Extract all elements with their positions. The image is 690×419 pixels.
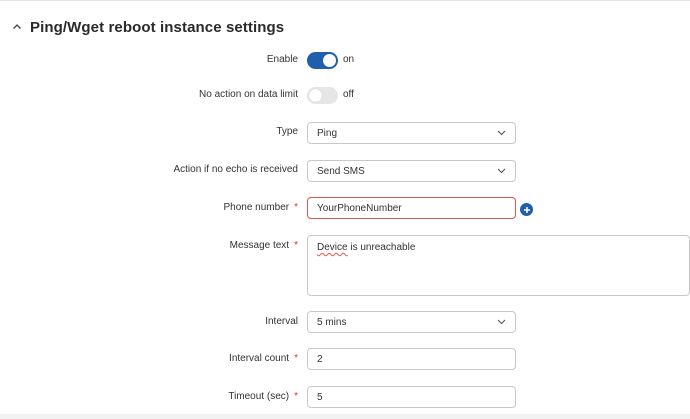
interval-count-label: Interval count * xyxy=(229,353,298,364)
interval-count-value: 2 xyxy=(317,353,323,365)
section-header[interactable]: Ping/Wget reboot instance settings xyxy=(10,16,284,38)
timeout-input[interactable]: 5 xyxy=(307,386,516,408)
bottom-divider xyxy=(0,414,690,419)
message-value-word: Device xyxy=(317,242,348,253)
message-label: Message text * xyxy=(230,240,298,251)
phone-row: Phone number * YourPhoneNumber xyxy=(0,197,690,219)
action-row: Action if no echo is received Send SMS xyxy=(0,160,690,182)
action-select[interactable]: Send SMS xyxy=(307,160,516,182)
interval-label: Interval xyxy=(265,316,298,327)
enable-toggle[interactable] xyxy=(307,52,338,69)
phone-label: Phone number * xyxy=(223,202,298,213)
type-select[interactable]: Ping xyxy=(307,122,516,144)
chevron-up-icon[interactable] xyxy=(10,20,24,34)
type-row: Type Ping xyxy=(0,122,690,144)
no-action-state-text: off xyxy=(343,89,354,100)
section-title: Ping/Wget reboot instance settings xyxy=(30,18,285,36)
interval-select[interactable]: 5 mins xyxy=(307,311,516,333)
chevron-down-icon xyxy=(497,166,506,177)
no-action-label: No action on data limit xyxy=(199,89,298,100)
required-asterisk: * xyxy=(294,240,298,251)
message-value-rest: is unreachable xyxy=(347,242,416,253)
timeout-label: Timeout (sec) * xyxy=(228,391,298,402)
timeout-row: Timeout (sec) * 5 xyxy=(0,386,690,408)
message-textarea[interactable]: Device is unreachable xyxy=(307,235,690,296)
action-value: Send SMS xyxy=(317,165,365,177)
interval-row: Interval 5 mins xyxy=(0,311,690,333)
plus-circle-icon[interactable] xyxy=(520,203,533,216)
message-value: Device is unreachable xyxy=(317,242,415,253)
phone-input[interactable]: YourPhoneNumber xyxy=(307,197,516,219)
type-label: Type xyxy=(276,126,298,137)
action-label: Action if no echo is received xyxy=(173,164,298,175)
chevron-down-icon xyxy=(497,317,506,328)
message-label-text: Message text xyxy=(229,240,290,251)
interval-count-label-text: Interval count xyxy=(229,353,290,364)
chevron-down-icon xyxy=(497,128,506,139)
enable-state-text: on xyxy=(343,54,355,65)
toggle-knob xyxy=(309,89,322,102)
no-action-toggle[interactable] xyxy=(307,87,338,104)
no-action-row: No action on data limit off xyxy=(0,87,690,104)
timeout-value: 5 xyxy=(317,391,323,403)
required-asterisk: * xyxy=(294,391,298,402)
required-asterisk: * xyxy=(294,202,298,213)
enable-row: Enable on xyxy=(0,52,690,69)
interval-count-input[interactable]: 2 xyxy=(307,348,516,370)
phone-label-text: Phone number xyxy=(223,202,290,213)
type-value: Ping xyxy=(317,127,338,139)
interval-count-row: Interval count * 2 xyxy=(0,348,690,370)
message-row: Message text * Device is unreachable xyxy=(0,235,690,297)
phone-value: YourPhoneNumber xyxy=(317,202,402,214)
interval-value: 5 mins xyxy=(317,316,347,328)
toggle-knob xyxy=(323,54,336,67)
timeout-label-text: Timeout (sec) xyxy=(228,391,290,402)
top-divider xyxy=(0,0,690,1)
enable-label: Enable xyxy=(266,54,298,65)
required-asterisk: * xyxy=(294,353,298,364)
